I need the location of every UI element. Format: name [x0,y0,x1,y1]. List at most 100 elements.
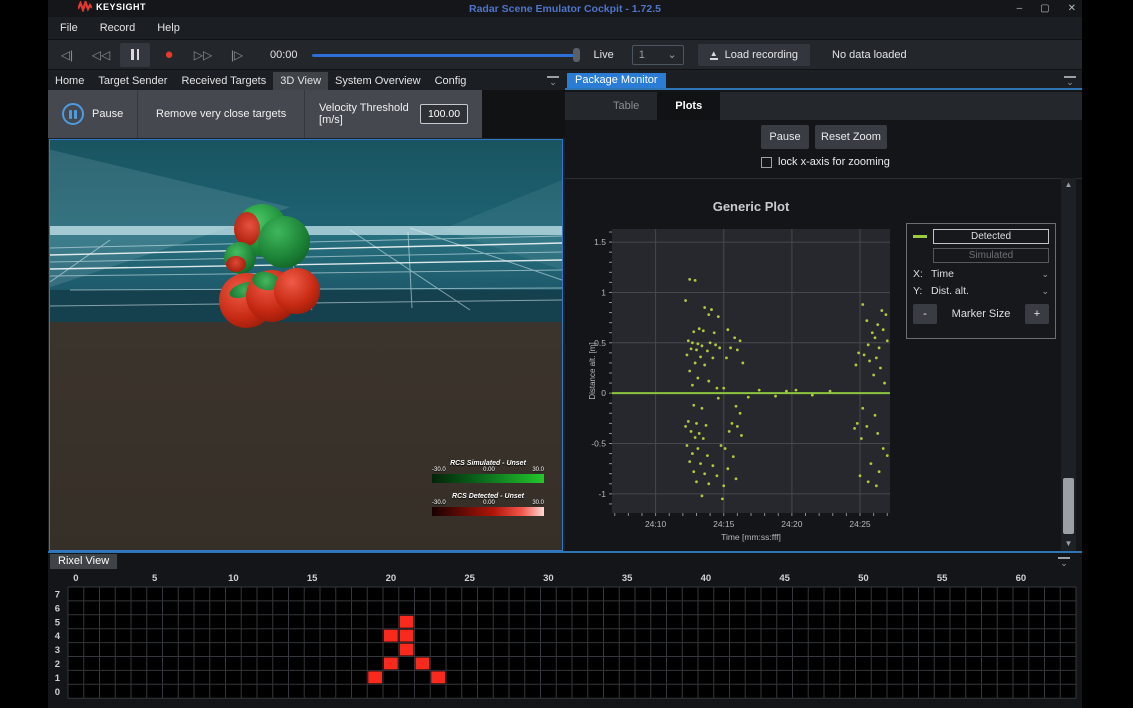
svg-text:0: 0 [73,573,78,584]
rixel-view-title: Rixel View [50,554,117,569]
tab-target-sender[interactable]: Target Sender [91,72,174,90]
rcs-simulated-title: RCS Simulated - Unset [432,460,544,467]
rcs-legend: RCS Simulated - Unset -30.0 0.00 30.0 RC… [432,450,544,516]
close-button[interactable]: ✕ [1068,3,1076,14]
y-axis-value: Dist. alt. [931,285,969,297]
playback-toolbar: ◁| ◁◁ ● ▷▷ |▷ 00:00 Live 1 ⌄ ▲ Load reco… [48,40,1082,70]
detected-series-swatch [913,235,927,238]
svg-text:45: 45 [779,573,790,584]
svg-text:3: 3 [55,645,60,656]
package-monitor-float-icon[interactable]: ⌄ [1064,76,1076,86]
tab-received-targets[interactable]: Received Targets [174,72,273,90]
tab-table[interactable]: Table [595,92,657,120]
tab-plots[interactable]: Plots [657,92,720,120]
left-panel-float-icon[interactable]: ⌄ [547,76,559,86]
svg-text:24:15: 24:15 [713,519,735,529]
play-button[interactable]: |▷ [222,43,252,67]
rcs-det-mid: 0.00 [483,500,495,506]
svg-text:1.5: 1.5 [594,237,606,247]
chevron-down-icon: ⌄ [1041,269,1049,280]
svg-text:35: 35 [622,573,633,584]
svg-text:2: 2 [55,659,60,670]
speed-select[interactable]: 1 ⌄ [632,45,684,65]
rixel-view-panel: Rixel View ⌄ 051015202530354045505560765… [48,553,1082,708]
scroll-down-arrow[interactable]: ▼ [1061,537,1076,551]
plot-side-panel: Detected Simulated X: Time ⌄ Y: Dist. al… [906,223,1056,339]
rewind-button[interactable]: ◁◁ [86,43,116,67]
fast-forward-button[interactable]: ▷▷ [188,43,218,67]
rcs-sim-min: -30.0 [432,467,446,473]
minimize-button[interactable]: – [1017,3,1023,14]
rixel-grid[interactable]: 05101520253035404550556076543210 [48,571,1082,708]
reset-zoom-button[interactable]: Reset Zoom [815,125,887,149]
marker-size-increase-button[interactable]: + [1025,304,1049,324]
pause-icon [131,49,139,60]
recording-status: No data loaded [832,49,907,61]
scene-pause-button[interactable]: Pause [48,90,137,138]
svg-text:55: 55 [937,573,948,584]
svg-text:Generic Plot: Generic Plot [713,199,790,214]
svg-text:5: 5 [152,573,158,584]
maximize-button[interactable]: ▢ [1040,3,1049,14]
generic-plot-chart[interactable]: Generic Plot1.510.50-0.5-124:1024:1524:2… [588,193,928,553]
tab-home[interactable]: Home [48,72,91,90]
target-sphere [274,268,320,314]
rcs-det-max: 30.0 [532,500,544,506]
load-recording-label: Load recording [725,49,798,61]
marker-size-decrease-button[interactable]: - [913,304,937,324]
svg-text:60: 60 [1016,573,1027,584]
rcs-det-min: -30.0 [432,500,446,506]
tab-3d-view[interactable]: 3D View [273,72,328,90]
load-recording-button[interactable]: ▲ Load recording [698,44,810,66]
menu-item-help[interactable]: Help [157,22,180,34]
svg-text:-0.5: -0.5 [591,439,606,449]
timeline-slider[interactable] [312,48,580,62]
simulated-toggle-button[interactable]: Simulated [933,248,1049,263]
svg-text:24:25: 24:25 [849,519,871,529]
package-monitor-header: Package Monitor ⌄ [565,72,1082,90]
left-tab-bar: HomeTarget SenderReceived Targets3D View… [48,72,565,90]
svg-text:24:10: 24:10 [645,519,667,529]
svg-text:40: 40 [701,573,712,584]
sphere-patch [234,212,260,246]
title-bar: KEYSIGHT Radar Scene Emulator Cockpit - … [48,0,1082,17]
step-back-button[interactable]: ◁| [52,43,82,67]
rcs-detected-legend: RCS Detected - Unset -30.0 0.00 30.0 [432,493,544,516]
scroll-up-arrow[interactable]: ▲ [1061,178,1076,192]
x-axis-select[interactable]: X: Time ⌄ [913,268,1049,280]
svg-text:10: 10 [228,573,239,584]
menu-item-record[interactable]: Record [100,22,135,34]
rcs-sim-mid: 0.00 [483,467,495,473]
rixel-view-float-icon[interactable]: ⌄ [1058,557,1070,567]
slider-handle[interactable] [573,48,580,62]
velocity-threshold-input[interactable] [420,104,468,124]
chevron-down-icon: ⌄ [668,48,677,61]
svg-text:30: 30 [543,573,554,584]
svg-text:1: 1 [55,673,61,684]
remove-close-targets-button[interactable]: Remove very close targets [138,90,304,138]
pause-playback-button[interactable] [120,43,150,67]
tab-config[interactable]: Config [428,72,474,90]
slider-track[interactable] [312,54,580,57]
plot-controls: Pause Reset Zoom lock x-axis for zooming [565,120,1082,178]
lock-x-axis-checkbox-group[interactable]: lock x-axis for zooming [761,156,890,168]
plot-pause-button[interactable]: Pause [761,125,809,149]
y-axis-select[interactable]: Y: Dist. alt. ⌄ [913,285,1049,297]
velocity-threshold-label: Velocity Threshold [m/s] [319,102,412,126]
live-label: Live [594,49,614,61]
menu-item-file[interactable]: File [60,22,78,34]
svg-text:1: 1 [601,287,606,297]
3d-viewport[interactable]: RCS Simulated - Unset -30.0 0.00 30.0 RC… [49,139,563,551]
plot-scrollbar[interactable]: ▲ ▼ [1061,178,1076,551]
lock-x-axis-checkbox[interactable] [761,157,772,168]
detected-toggle-button[interactable]: Detected [933,229,1049,244]
svg-text:6: 6 [55,603,60,614]
svg-text:15: 15 [307,573,318,584]
remove-close-targets-label: Remove very close targets [156,108,286,120]
scroll-thumb[interactable] [1063,478,1074,534]
svg-text:0: 0 [55,687,60,698]
tab-system-overview[interactable]: System Overview [328,72,428,90]
svg-text:24:20: 24:20 [781,519,803,529]
record-button[interactable]: ● [154,43,184,67]
window-title: Radar Scene Emulator Cockpit - 1.72.5 [48,3,1082,15]
